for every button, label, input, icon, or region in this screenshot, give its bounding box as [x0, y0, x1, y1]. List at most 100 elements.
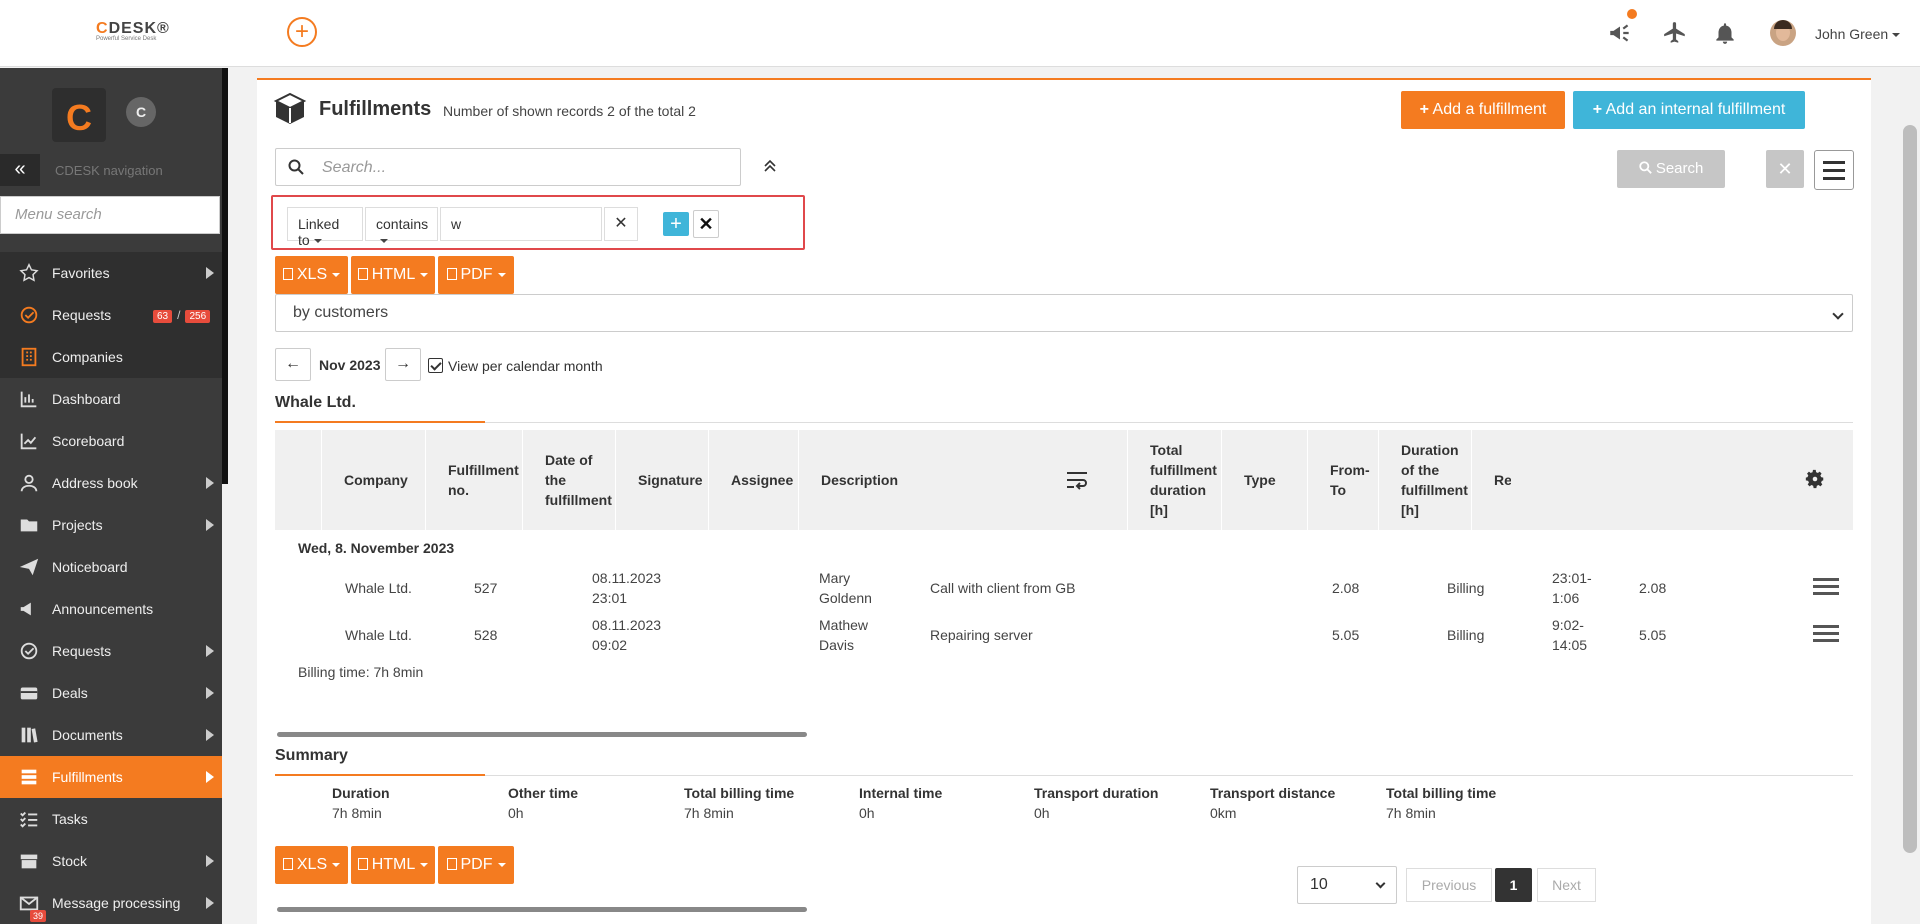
sidebar-item-scoreboard[interactable]: Scoreboard: [0, 420, 222, 462]
plane-icon[interactable]: [1662, 20, 1688, 46]
sidebar-item-fulfillments[interactable]: Fulfillments: [0, 756, 222, 798]
sidebar: C C « CDESK navigation Menu search Favor…: [0, 68, 222, 924]
clear-search-button[interactable]: ✕: [1766, 150, 1804, 188]
column-header-from-to[interactable]: From-To: [1307, 430, 1378, 530]
export-xls-button-bottom[interactable]: XLS: [275, 846, 348, 884]
chevron-down-icon: [497, 272, 506, 277]
sidebar-scrollbar[interactable]: [222, 68, 228, 484]
export-html-label: HTML: [371, 266, 416, 283]
tasks-icon: [18, 808, 40, 830]
row-menu-button[interactable]: [1813, 625, 1839, 643]
sidebar-item-label: Requests: [52, 643, 112, 659]
export-pdf-button[interactable]: PDF: [438, 256, 514, 294]
megaphone-icon[interactable]: [1607, 20, 1633, 46]
cell-description: Repairing server: [930, 627, 1033, 643]
search-input[interactable]: [322, 157, 722, 179]
page-1-button[interactable]: 1: [1495, 868, 1532, 902]
brand-letter: C: [66, 97, 92, 138]
collapse-sidebar-button[interactable]: «: [0, 154, 40, 186]
group-accent: [275, 421, 485, 423]
cell-date: 08.11.2023 09:02: [592, 617, 662, 653]
cell-assignee: Mathew Davis: [819, 617, 869, 653]
export-html-button[interactable]: HTML: [351, 256, 435, 294]
sidebar-item-message-processing[interactable]: Message processing 39: [0, 882, 222, 924]
summary-label-total-billing: Total billing time: [684, 785, 795, 801]
user-menu[interactable]: John Green: [1815, 26, 1901, 42]
star-icon: [18, 262, 40, 284]
sidebar-item-announcements[interactable]: Announcements: [0, 588, 222, 630]
menu-search-input[interactable]: Menu search: [0, 196, 220, 234]
sidebar-item-stock[interactable]: Stock: [0, 840, 222, 882]
add-internal-fulfillment-button[interactable]: + Add an internal fulfillment: [1573, 91, 1805, 129]
export-pdf-button-bottom[interactable]: PDF: [438, 846, 514, 884]
next-month-button[interactable]: →: [385, 348, 421, 381]
export-xls-label: XLS: [296, 266, 328, 283]
sidebar-item-noticeboard[interactable]: Noticeboard: [0, 546, 222, 588]
sidebar-item-address-book[interactable]: Address book: [0, 462, 222, 504]
previous-month-button[interactable]: ←: [275, 348, 311, 381]
sidebar-item-tasks[interactable]: Tasks: [0, 798, 222, 840]
filter-field-select[interactable]: Linked to: [287, 207, 363, 248]
sidebar-item-requests-top[interactable]: Requests 63 / 256: [0, 294, 222, 336]
next-page-button[interactable]: Next: [1537, 868, 1596, 902]
sidebar-item-documents[interactable]: Documents: [0, 714, 222, 756]
bottom-horizontal-scrollbar[interactable]: [277, 907, 807, 912]
quick-add-button[interactable]: +: [287, 17, 317, 47]
requests-icon: [18, 304, 40, 326]
export-html-label: HTML: [371, 856, 416, 873]
sidebar-item-dashboard[interactable]: Dashboard: [0, 378, 222, 420]
group-divider: [275, 422, 1853, 423]
column-header-type[interactable]: Type: [1221, 430, 1307, 530]
brand-logo[interactable]: C: [52, 88, 106, 142]
user-avatar[interactable]: [1770, 20, 1796, 46]
summary-value-transport-distance: 0km: [1210, 805, 1237, 821]
column-header-duration[interactable]: Duration of the fulfillment [h]: [1378, 430, 1471, 530]
column-header-signature[interactable]: Signature: [615, 430, 708, 530]
search-icon: [288, 159, 304, 175]
chevron-right-icon: [206, 519, 214, 531]
table-horizontal-scrollbar[interactable]: [277, 732, 807, 737]
bell-icon[interactable]: [1712, 20, 1738, 46]
filter-value-input[interactable]: w: [440, 207, 602, 241]
sidebar-item-companies[interactable]: Companies: [0, 336, 222, 378]
add-fulfillment-button[interactable]: + Add a fulfillment: [1401, 91, 1565, 129]
column-header-date[interactable]: Date of the fulfillment: [522, 430, 615, 530]
options-menu-button[interactable]: [1814, 150, 1854, 190]
sidebar-item-deals[interactable]: Deals: [0, 672, 222, 714]
day-group-label: Wed, 8. November 2023: [298, 540, 455, 556]
export-html-button-bottom[interactable]: HTML: [351, 846, 435, 884]
filter-row: Linked to contains w ✕ + ✕: [271, 195, 805, 250]
summary-value-other-time: 0h: [508, 805, 524, 821]
gear-icon[interactable]: [1804, 468, 1826, 490]
per-month-checkbox[interactable]: [428, 358, 443, 373]
sidebar-item-projects[interactable]: Projects: [0, 504, 222, 546]
export-xls-button[interactable]: XLS: [275, 256, 348, 294]
sidebar-item-favorites[interactable]: Favorites: [0, 252, 222, 294]
search-button[interactable]: Search: [1617, 150, 1725, 188]
column-header-assignee[interactable]: Assignee: [708, 430, 798, 530]
column-header-total-duration[interactable]: Total fulfillment duration [h]: [1127, 430, 1221, 530]
clear-filter-value-button[interactable]: ✕: [604, 207, 638, 241]
burger-line: [1813, 632, 1839, 635]
sidebar-item-requests[interactable]: Requests: [0, 630, 222, 672]
requests-badge-total: 256: [185, 310, 211, 323]
column-header-fulfillment-no[interactable]: Fulfillment no.: [425, 430, 522, 530]
row-menu-button[interactable]: [1813, 578, 1839, 596]
sidebar-item-label: Fulfillments: [52, 769, 123, 785]
page-scrollbar-thumb[interactable]: [1903, 125, 1917, 853]
filter-operator-select[interactable]: contains: [365, 207, 438, 244]
remove-filter-button[interactable]: ✕: [693, 210, 719, 238]
chevron-right-icon: [206, 645, 214, 657]
column-header-company[interactable]: Company: [321, 430, 425, 530]
megaphone-icon: [18, 598, 40, 620]
chevron-double-up-icon[interactable]: [762, 158, 778, 174]
text-wrap-icon[interactable]: [1065, 470, 1089, 490]
add-filter-button[interactable]: +: [663, 212, 689, 236]
previous-page-button[interactable]: Previous: [1406, 868, 1492, 902]
brand-circle[interactable]: C: [126, 97, 156, 127]
page-size-select[interactable]: 10: [1297, 866, 1397, 904]
app-logo[interactable]: CDESK® Powerful Service Desk: [96, 20, 169, 42]
grouping-select[interactable]: by customers: [275, 294, 1853, 332]
column-header-rec[interactable]: Rec: [1471, 430, 1511, 530]
search-button-label: Search: [1655, 160, 1704, 177]
